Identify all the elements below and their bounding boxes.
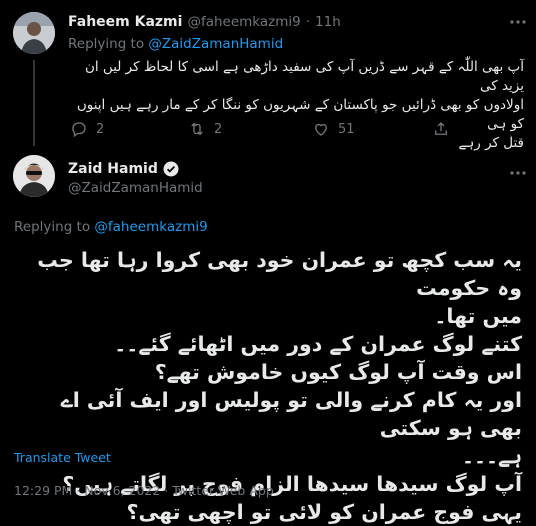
reply-time[interactable]: 11h <box>315 14 341 30</box>
main-text-line: اس وقت آپ لوگ کیوں خاموش تھے؟ <box>154 360 522 384</box>
reply-action-reply[interactable]: 2 <box>70 120 104 138</box>
reply-author-handle[interactable]: @faheemkazmi9 <box>187 14 300 30</box>
share-icon <box>435 122 447 135</box>
main-more-icon[interactable] <box>508 163 528 183</box>
avatar-faheem-image <box>13 12 55 54</box>
reply-icon <box>72 122 86 138</box>
avatar-zaid[interactable] <box>13 155 55 197</box>
main-text-line: کتنے لوگ عمران کے دور میں اٹھائے گئے۔۔ <box>114 332 522 356</box>
main-text-line: اور یہ کام کرنے والی تو پولیس اور ایف آئ… <box>60 388 522 440</box>
like-count: 51 <box>338 121 355 137</box>
reply-text-line: آپ بھی اللّٰہ کے قہر سے ڈریں آپ کی سفید … <box>84 59 524 94</box>
reply-separator: · <box>305 14 311 30</box>
retweet-count: 2 <box>214 121 223 137</box>
main-text-line: یہی فوج عمران کو لائی تو اچھی تھی؟ <box>126 500 522 524</box>
reply-replying-handle[interactable]: @ZaidZamanHamid <box>148 36 283 52</box>
main-author-name[interactable]: Zaid Hamid <box>68 161 158 177</box>
main-replying-handle[interactable]: @faheemkazmi9 <box>94 219 207 235</box>
verified-badge-icon <box>163 161 179 177</box>
reply-action-share[interactable] <box>432 120 450 138</box>
translate-tweet-link[interactable]: Translate Tweet <box>14 450 111 465</box>
thread-connector-line <box>33 60 35 146</box>
reply-text: آپ بھی اللّٰہ کے قہر سے ڈریں آپ کی سفید … <box>66 58 524 153</box>
main-text-line: یہ سب کچھ تو عمران خود بھی کروا رہا تھا … <box>37 248 522 300</box>
reply-more-icon[interactable] <box>508 12 528 32</box>
avatar-faheem[interactable] <box>13 12 55 54</box>
reply-text-line: اولادوں کو بھی ڈرائیں جو پاکستان کے شہری… <box>76 97 524 132</box>
reply-text-line: قتل کر رہے <box>458 135 524 151</box>
retweet-icon <box>191 122 203 136</box>
reply-action-like[interactable]: 51 <box>312 120 355 138</box>
main-text-line: میں تھا۔ <box>434 304 522 328</box>
main-tweet-timestamp[interactable]: 12:29 PM · Nov 6, 2022 · Twitter Web App <box>14 483 274 498</box>
main-replying-prefix: Replying to <box>14 219 91 235</box>
reply-author-name[interactable]: Faheem Kazmi <box>68 14 182 30</box>
reply-count: 2 <box>96 121 105 137</box>
like-icon <box>315 123 327 136</box>
reply-replying-to: Replying to @ZaidZamanHamid <box>68 36 283 52</box>
avatar-zaid-image <box>13 155 55 197</box>
reply-replying-prefix: Replying to <box>68 36 145 52</box>
reply-action-retweet[interactable]: 2 <box>188 120 222 138</box>
main-replying-to: Replying to @faheemkazmi9 <box>14 219 208 235</box>
main-author-handle[interactable]: @ZaidZamanHamid <box>68 180 203 196</box>
